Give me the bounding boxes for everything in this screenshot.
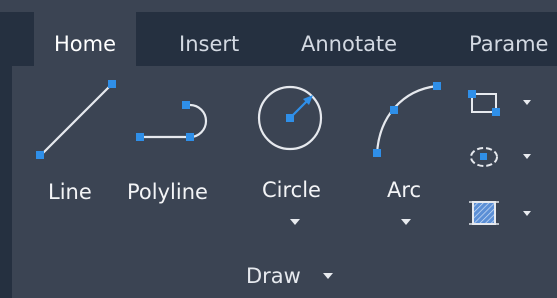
tab-annotate-label: Annotate <box>301 32 398 56</box>
circle-tool-label: Circle <box>262 178 321 202</box>
arc-tool-button[interactable] <box>365 76 455 166</box>
draw-panel-title[interactable]: Draw <box>246 264 301 288</box>
rectangle-tool-button[interactable] <box>467 88 501 118</box>
tab-annotate[interactable]: Annotate <box>301 12 397 66</box>
arc-tool-label: Arc <box>387 178 422 202</box>
tab-home[interactable]: Home <box>34 12 137 66</box>
window-top-strip <box>0 0 557 12</box>
rectangle-icon <box>468 90 500 116</box>
polyline-tool-button[interactable] <box>130 92 220 152</box>
window-left-edge <box>0 12 12 298</box>
hatch-icon <box>469 201 499 225</box>
hatch-tool-button[interactable] <box>467 196 501 230</box>
tab-insert[interactable]: Insert <box>179 12 239 66</box>
circle-dropdown-chevron-icon[interactable] <box>290 219 300 225</box>
tab-home-label: Home <box>54 32 117 56</box>
hatch-dropdown-chevron-icon[interactable] <box>523 211 531 216</box>
polyline-icon <box>136 101 208 141</box>
ellipse-dropdown-chevron-icon[interactable] <box>523 154 531 159</box>
rectangle-dropdown-chevron-icon[interactable] <box>523 100 531 105</box>
line-tool-label: Line <box>48 180 92 204</box>
tab-insert-label: Insert <box>179 32 240 56</box>
arc-icon <box>373 82 441 157</box>
arc-dropdown-chevron-icon[interactable] <box>401 219 411 225</box>
polyline-tool-label: Polyline <box>127 180 208 204</box>
line-icon <box>36 80 116 159</box>
circle-icon <box>257 85 323 151</box>
tab-parametric[interactable]: Parame <box>469 12 548 66</box>
line-tool-button[interactable] <box>30 76 120 166</box>
draw-panel-expand-chevron-icon[interactable] <box>323 273 333 279</box>
circle-tool-button[interactable] <box>253 78 333 158</box>
ellipse-icon <box>470 147 498 167</box>
ellipse-tool-button[interactable] <box>467 142 501 172</box>
tab-parametric-label: Parame <box>469 32 549 56</box>
ribbon-tab-bar: Home Insert Annotate Parame <box>0 12 557 66</box>
draw-panel-title-label: Draw <box>246 264 301 288</box>
